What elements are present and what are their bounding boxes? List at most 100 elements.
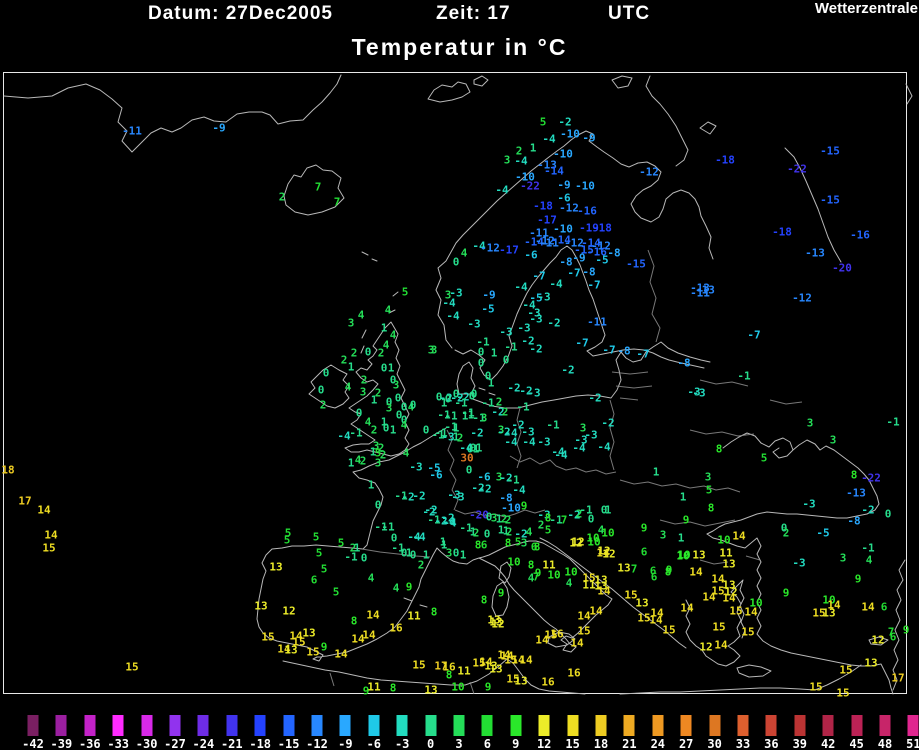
scottish-isles — [360, 291, 399, 354]
station-temp: -1 — [434, 426, 448, 440]
station-temp: 7 — [333, 195, 341, 209]
station-temp: 8 — [850, 468, 858, 482]
station-temp: -2 — [561, 363, 575, 377]
scale-chip — [538, 715, 550, 736]
scale-label: -30 — [135, 737, 158, 750]
scale-label: -6 — [366, 737, 382, 750]
station-temp: -16 — [577, 204, 597, 218]
station-temp: 13 — [617, 561, 631, 575]
station-temp: 0 — [452, 255, 460, 269]
scale-chip — [709, 715, 721, 736]
station-temp: -1 — [737, 369, 751, 383]
station-temp: 5 — [283, 533, 291, 547]
station-temp: 14 — [649, 613, 663, 627]
station-temp: 6 — [640, 545, 648, 559]
scale-chip — [623, 715, 635, 736]
station-temp: -22 — [520, 179, 540, 193]
scale-chip — [794, 715, 806, 736]
station-temp: -4 — [522, 435, 536, 449]
scale-label: 3 — [455, 737, 463, 750]
scale-label: 18 — [593, 737, 609, 750]
scale-chip — [737, 715, 749, 736]
scale-chip — [879, 715, 891, 736]
station-temp: -7 — [532, 269, 546, 283]
station-temp: -2 — [478, 482, 492, 496]
station-temp: 10 — [451, 680, 465, 694]
station-temp: 3 — [806, 416, 814, 430]
scale-chip — [141, 715, 153, 736]
scale-label: 27 — [678, 737, 694, 750]
station-temp: 15 — [261, 630, 275, 644]
station-temp: -7 — [567, 266, 581, 280]
station-temp: -10 — [501, 501, 521, 515]
station-temp: 13 — [864, 656, 878, 670]
station-temp: 3 — [347, 316, 355, 330]
station-temp: 5 — [315, 546, 323, 560]
faroe-islands — [361, 251, 378, 262]
station-temp: 9 — [405, 580, 413, 594]
station-temp: 14 — [37, 503, 51, 517]
station-temp: -12 — [480, 241, 500, 255]
station-temp: 7 — [314, 180, 322, 194]
station-temp: 10 — [749, 596, 763, 610]
station-temp: 15 — [836, 686, 850, 700]
station-temp: 0 — [317, 383, 325, 397]
station-temp: -9 — [482, 288, 496, 302]
station-temp: 0 — [360, 551, 368, 565]
scale-chip — [425, 715, 437, 736]
station-temp: -4 — [495, 183, 509, 197]
scale-label: 42 — [820, 737, 836, 750]
station-temp: -4 — [442, 515, 456, 529]
station-temp: 14 — [732, 529, 746, 543]
station-temp: 3 — [374, 456, 382, 470]
station-temp: -9 — [557, 178, 571, 192]
scale-chip — [283, 715, 295, 736]
scale-label: 51 — [906, 737, 919, 750]
scale-label: 24 — [650, 737, 666, 750]
station-temp: -16 — [850, 228, 870, 242]
station-temp: 14 — [570, 636, 584, 650]
station-temp: 2 — [377, 346, 385, 360]
station-temp: 4 — [392, 581, 400, 595]
station-temp: 5 — [705, 483, 713, 497]
station-temp: -7 — [602, 343, 616, 357]
station-temp: 13 — [514, 674, 528, 688]
scale-label: 9 — [512, 737, 520, 750]
station-temp: -12 — [639, 165, 659, 179]
station-temp: 3 — [392, 378, 400, 392]
scale-chip — [851, 715, 863, 736]
station-temp: 15 — [809, 680, 823, 694]
scale-label: -12 — [306, 737, 328, 750]
station-temp: -15 — [820, 144, 840, 158]
station-temp: -3 — [537, 435, 551, 449]
station-temp: 14 — [597, 584, 611, 598]
station-temp: 0 — [884, 507, 892, 521]
station-temp: 8 — [445, 668, 453, 682]
station-temp: -2 — [601, 416, 615, 430]
station-temp: -4 — [597, 440, 611, 454]
station-temp: -3 — [802, 497, 816, 511]
station-temp: 14 — [44, 528, 58, 542]
station-temp: -4 — [512, 483, 526, 497]
station-temp: 9 — [484, 680, 492, 694]
scale-chip — [907, 715, 919, 736]
station-temp: 1 — [604, 503, 612, 517]
station-temp: 6 — [310, 573, 318, 587]
station-temp: -4 — [504, 435, 518, 449]
scale-label: -39 — [50, 737, 73, 750]
station-temp: 1 — [475, 441, 483, 455]
station-temp: 0 — [382, 421, 390, 435]
station-temp: -4 — [407, 530, 421, 544]
scale-chip — [481, 715, 493, 736]
station-temp: 6 — [480, 538, 488, 552]
station-temp: -18 — [772, 225, 792, 239]
station-temp: -13 — [805, 246, 825, 260]
station-temp: -15 — [820, 193, 840, 207]
scale-chip — [396, 715, 408, 736]
station-temp: 14 — [351, 632, 365, 646]
station-temp: -4 — [572, 441, 586, 455]
scale-chip — [311, 715, 323, 736]
station-temp: 13 — [284, 643, 298, 657]
station-temp: 12 — [491, 617, 505, 631]
scale-chip — [567, 715, 579, 736]
